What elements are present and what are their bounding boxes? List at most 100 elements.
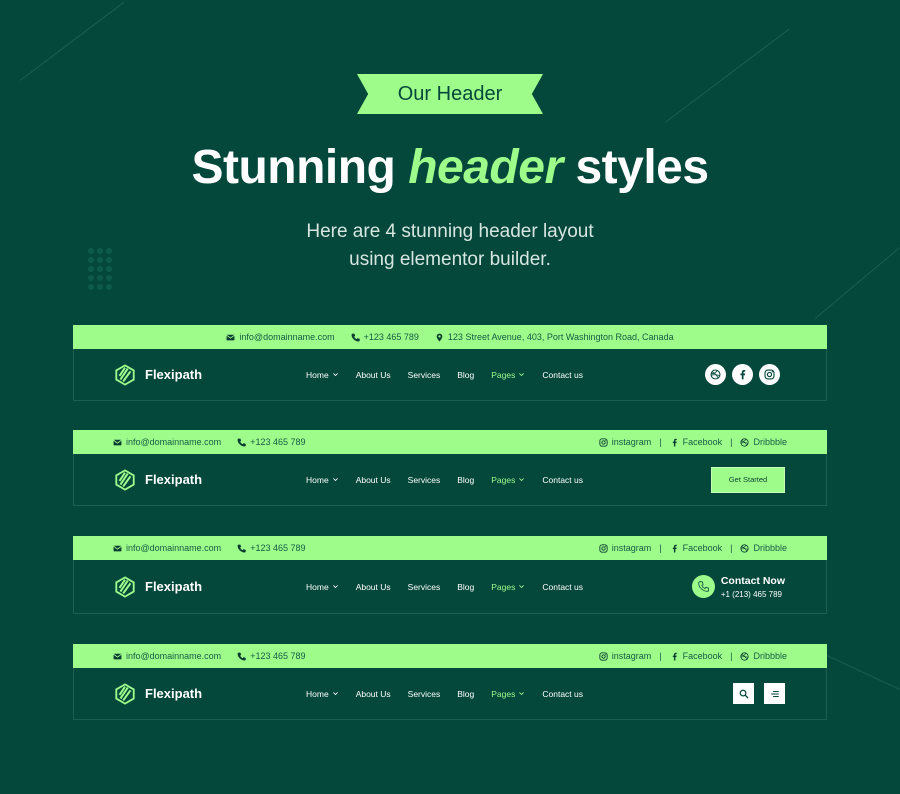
contact-now-block[interactable]: Contact Now +1 (213) 465 789 xyxy=(691,574,785,599)
nav-about-us[interactable]: About Us xyxy=(356,689,391,699)
topbar: info@domainname.com +123 465 789 123 Str… xyxy=(73,325,827,349)
logo-icon xyxy=(114,576,136,598)
navbar: Flexipath Home About Us Services Blog Pa… xyxy=(73,454,827,506)
nav-home[interactable]: Home xyxy=(306,582,339,592)
logo[interactable]: Flexipath xyxy=(114,576,202,598)
header-style-1: info@domainname.com +123 465 789 123 Str… xyxy=(73,325,827,401)
mail-icon xyxy=(113,652,122,661)
topbar-email[interactable]: info@domainname.com xyxy=(113,651,221,661)
divider: | xyxy=(659,543,662,553)
nav-about-us[interactable]: About Us xyxy=(356,475,391,485)
nav-pages[interactable]: Pages xyxy=(491,689,525,699)
main-nav: Home About Us Services Blog Pages Contac… xyxy=(306,582,600,592)
search-button[interactable] xyxy=(733,683,754,704)
nav-about-us[interactable]: About Us xyxy=(356,582,391,592)
topbar: info@domainname.com +123 465 789 instagr… xyxy=(73,644,827,668)
nav-about-us[interactable]: About Us xyxy=(356,370,391,380)
search-icon xyxy=(739,689,749,699)
topbar: info@domainname.com +123 465 789 instagr… xyxy=(73,536,827,560)
topbar-instagram-link[interactable]: instagram xyxy=(599,651,651,661)
divider: | xyxy=(730,437,733,447)
contact-now-title: Contact Now xyxy=(720,574,785,587)
nav-contact-us[interactable]: Contact us xyxy=(542,370,583,380)
nav-blog[interactable]: Blog xyxy=(457,582,474,592)
divider: | xyxy=(659,651,662,661)
logo-icon xyxy=(114,364,136,386)
main-nav: Home About Us Services Blog Pages Contac… xyxy=(306,689,600,699)
topbar-dribbble-link[interactable]: Dribbble xyxy=(740,543,787,553)
topbar-phone[interactable]: +123 465 789 xyxy=(351,332,419,342)
facebook-icon xyxy=(737,369,748,380)
chevron-down-icon xyxy=(332,690,339,697)
phone-icon xyxy=(237,544,246,553)
topbar-email[interactable]: info@domainname.com xyxy=(113,543,221,553)
nav-pages[interactable]: Pages xyxy=(491,370,525,380)
nav-services[interactable]: Services xyxy=(408,370,441,380)
chevron-down-icon xyxy=(332,371,339,378)
facebook-icon xyxy=(670,544,679,553)
main-nav: Home About Us Services Blog Pages Contac… xyxy=(306,475,600,485)
nav-home[interactable]: Home xyxy=(306,475,339,485)
facebook-button[interactable] xyxy=(732,364,753,385)
chevron-down-icon xyxy=(332,476,339,483)
topbar-instagram-link[interactable]: instagram xyxy=(599,437,651,447)
logo[interactable]: Flexipath xyxy=(114,364,202,386)
topbar-dribbble-link[interactable]: Dribbble xyxy=(740,437,787,447)
divider: | xyxy=(730,543,733,553)
nav-services[interactable]: Services xyxy=(408,689,441,699)
nav-contact-us[interactable]: Contact us xyxy=(542,582,583,592)
topbar-email[interactable]: info@domainname.com xyxy=(226,332,335,342)
dribbble-button[interactable] xyxy=(705,364,726,385)
logo[interactable]: Flexipath xyxy=(114,683,202,705)
topbar-facebook-link[interactable]: Facebook xyxy=(670,651,722,661)
nav-blog[interactable]: Blog xyxy=(457,475,474,485)
header-style-4: info@domainname.com +123 465 789 instagr… xyxy=(73,644,827,720)
get-started-button[interactable]: Get Started xyxy=(711,466,785,493)
nav-pages[interactable]: Pages xyxy=(491,475,525,485)
nav-services[interactable]: Services xyxy=(408,475,441,485)
social-icons xyxy=(699,364,780,385)
topbar-dribbble-link[interactable]: Dribbble xyxy=(740,651,787,661)
topbar-email[interactable]: info@domainname.com xyxy=(113,437,221,447)
nav-pages[interactable]: Pages xyxy=(491,582,525,592)
menu-icon xyxy=(770,690,779,697)
title-accent: header xyxy=(408,141,563,194)
chevron-down-icon xyxy=(518,583,525,590)
facebook-icon xyxy=(670,438,679,447)
topbar-facebook-link[interactable]: Facebook xyxy=(670,437,722,447)
topbar-phone[interactable]: +123 465 789 xyxy=(237,437,306,447)
nav-services[interactable]: Services xyxy=(408,582,441,592)
nav-blog[interactable]: Blog xyxy=(457,370,474,380)
dribbble-icon xyxy=(710,369,721,380)
phone-icon xyxy=(237,652,246,661)
instagram-icon xyxy=(599,438,608,447)
nav-home[interactable]: Home xyxy=(306,689,339,699)
logo[interactable]: Flexipath xyxy=(114,469,202,491)
phone-icon xyxy=(237,438,246,447)
page-subtitle: Here are 4 stunning header layout using … xyxy=(306,221,594,270)
decorative-line xyxy=(665,28,790,123)
nav-contact-us[interactable]: Contact us xyxy=(542,689,583,699)
topbar-facebook-link[interactable]: Facebook xyxy=(670,543,722,553)
mail-icon xyxy=(226,333,235,342)
instagram-button[interactable] xyxy=(759,364,780,385)
facebook-icon xyxy=(670,652,679,661)
instagram-icon xyxy=(599,652,608,661)
phone-button[interactable] xyxy=(691,575,715,598)
nav-contact-us[interactable]: Contact us xyxy=(542,475,583,485)
main-nav: Home About Us Services Blog Pages Contac… xyxy=(306,370,600,380)
instagram-icon xyxy=(599,544,608,553)
dribbble-icon xyxy=(740,544,749,553)
phone-icon xyxy=(351,333,360,342)
nav-home[interactable]: Home xyxy=(306,370,339,380)
topbar-phone[interactable]: +123 465 789 xyxy=(237,651,306,661)
divider: | xyxy=(730,651,733,661)
instagram-icon xyxy=(764,369,775,380)
menu-button[interactable] xyxy=(764,683,785,704)
chevron-down-icon xyxy=(518,371,525,378)
navbar: Flexipath Home About Us Services Blog Pa… xyxy=(73,349,827,401)
topbar-address: 123 Street Avenue, 403, Port Washington … xyxy=(435,332,674,342)
topbar-phone[interactable]: +123 465 789 xyxy=(237,543,306,553)
topbar-instagram-link[interactable]: instagram xyxy=(599,543,651,553)
nav-blog[interactable]: Blog xyxy=(457,689,474,699)
